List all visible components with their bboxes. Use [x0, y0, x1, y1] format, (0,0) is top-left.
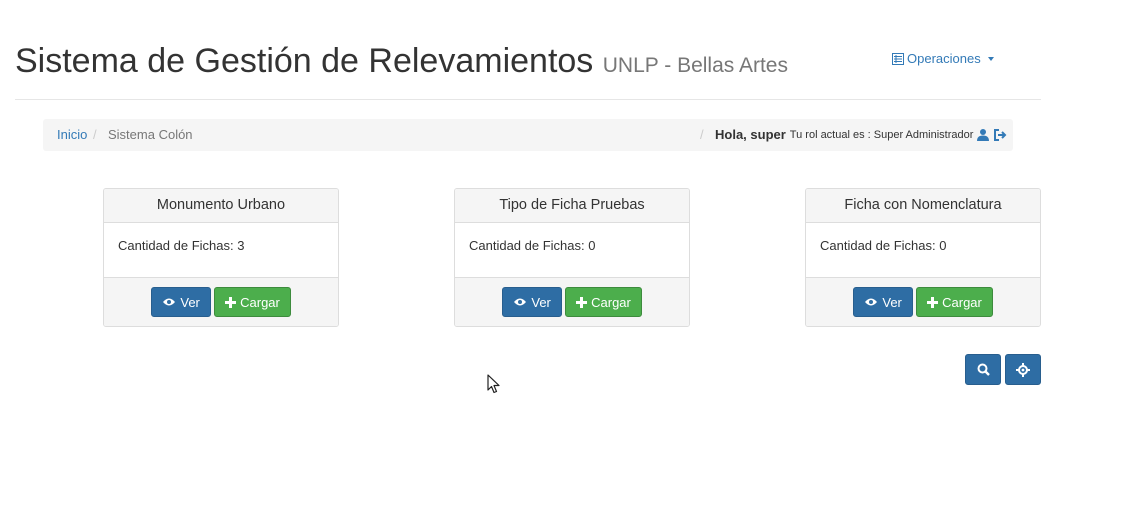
user-greeting: Hola, super [715, 127, 786, 142]
card-title: Monumento Urbano [104, 189, 338, 223]
card-title: Tipo de Ficha Pruebas [455, 189, 689, 223]
operations-menu[interactable]: Operaciones [892, 51, 994, 66]
plus-icon [576, 296, 588, 308]
user-icon[interactable] [976, 128, 990, 142]
page-subtitle: UNLP - Bellas Artes [602, 54, 788, 77]
eye-icon [865, 298, 878, 306]
load-button-label: Cargar [591, 294, 631, 310]
eye-icon [163, 298, 176, 306]
list-icon [892, 52, 904, 65]
view-button[interactable]: Ver [853, 287, 914, 317]
header-divider [15, 99, 1041, 100]
card-count: Cantidad de Fichas: 0 [469, 238, 596, 253]
breadcrumb-home-link[interactable]: Inicio [57, 127, 87, 142]
load-button[interactable]: Cargar [214, 287, 291, 317]
card-count: Cantidad de Fichas: 3 [118, 238, 245, 253]
search-button[interactable] [965, 354, 1001, 385]
mouse-cursor-icon [487, 374, 500, 394]
locate-button[interactable] [1005, 354, 1041, 385]
card-actions: Ver Cargar [104, 277, 338, 326]
page-title: Sistema de Gestión de Relevamientos UNLP… [15, 42, 788, 81]
breadcrumb-current: Sistema Colón [108, 127, 193, 142]
view-button[interactable]: Ver [151, 287, 212, 317]
breadcrumb-separator: / [700, 127, 704, 142]
chevron-down-icon [987, 56, 994, 61]
eye-icon [514, 298, 527, 306]
card-monumento-urbano: Monumento Urbano Cantidad de Fichas: 3 V… [103, 188, 339, 327]
logout-icon[interactable] [993, 128, 1007, 142]
page-title-text: Sistema de Gestión de Relevamientos [15, 42, 594, 80]
load-button-label: Cargar [240, 294, 280, 310]
view-button-label: Ver [531, 294, 551, 310]
view-button-label: Ver [180, 294, 200, 310]
card-title: Ficha con Nomenclatura [806, 189, 1040, 223]
load-button-label: Cargar [942, 294, 982, 310]
plus-icon [225, 296, 237, 308]
card-actions: Ver Cargar [806, 277, 1040, 326]
view-button-label: Ver [882, 294, 902, 310]
card-actions: Ver Cargar [455, 277, 689, 326]
user-role: Tu rol actual es : Super Administrador [789, 128, 974, 141]
plus-icon [927, 296, 939, 308]
load-button[interactable]: Cargar [916, 287, 993, 317]
card-count: Cantidad de Fichas: 0 [820, 238, 947, 253]
crosshair-icon [1016, 362, 1030, 377]
user-info: Hola, super Tu rol actual es : Super Adm… [715, 127, 1007, 142]
breadcrumb: Inicio / Sistema Colón / Hola, super Tu … [43, 119, 1013, 151]
view-button[interactable]: Ver [502, 287, 563, 317]
operations-label: Operaciones [907, 51, 981, 66]
search-icon [977, 363, 990, 376]
breadcrumb-separator: / [93, 127, 97, 142]
load-button[interactable]: Cargar [565, 287, 642, 317]
card-ficha-con-nomenclatura: Ficha con Nomenclatura Cantidad de Ficha… [805, 188, 1041, 327]
card-tipo-de-ficha-pruebas: Tipo de Ficha Pruebas Cantidad de Fichas… [454, 188, 690, 327]
